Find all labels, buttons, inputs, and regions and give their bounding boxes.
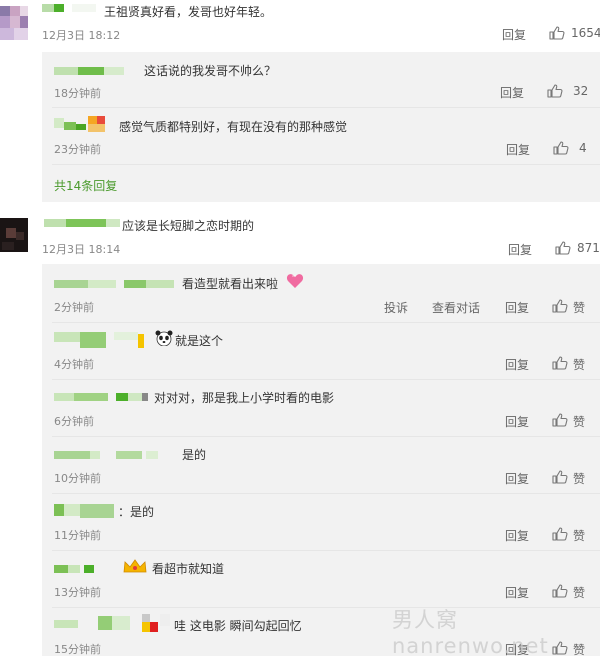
reply-text: 就是这个 <box>175 334 224 348</box>
heart-emoji-icon <box>286 274 304 288</box>
divider <box>52 164 600 165</box>
divider <box>52 436 600 437</box>
avatar[interactable] <box>0 6 28 40</box>
like-button[interactable]: 赞 <box>573 527 585 544</box>
like-button[interactable]: 赞 <box>573 584 585 601</box>
divider <box>52 550 600 551</box>
reply-button[interactable]: 回复 <box>506 141 530 158</box>
comment-text: 应该是长短脚之恋时期的 <box>122 219 255 233</box>
like-button[interactable]: 赞 <box>573 413 585 430</box>
like-icon[interactable] <box>552 527 568 541</box>
reply-time: 2分钟前 <box>54 301 94 314</box>
like-count[interactable]: 32 <box>573 84 588 98</box>
like-button[interactable]: 赞 <box>573 299 585 316</box>
like-icon[interactable] <box>552 413 568 427</box>
reply-button[interactable]: 回复 <box>505 470 529 487</box>
divider <box>52 493 600 494</box>
reply-text: 对对对，那是我上小学时看的电影 <box>154 391 335 405</box>
more-replies-link[interactable]: 共14条回复 <box>54 177 117 194</box>
reply-button[interactable]: 回复 <box>502 26 526 43</box>
watermark: 男人窝nanrenwo.net <box>392 608 549 658</box>
reply-text: 感觉气质都特别好，有现在没有的那种感觉 <box>119 120 348 134</box>
like-button[interactable]: 赞 <box>573 356 585 373</box>
reply-text: 这话说的我发哥不帅么？ <box>144 64 277 78</box>
like-icon[interactable] <box>547 84 563 98</box>
reply-text: 看超市就知道 <box>152 562 225 576</box>
like-count[interactable]: 1654 <box>571 26 600 40</box>
comment-time: 12月3日 18:12 <box>42 29 121 42</box>
like-icon[interactable] <box>552 584 568 598</box>
reply-text: 看造型就看出来啦 <box>182 277 279 291</box>
reply-text: 是的 <box>182 448 207 462</box>
reply-text: ：是的 <box>118 505 155 519</box>
like-count[interactable]: 871 <box>577 241 600 255</box>
reply-button[interactable]: 回复 <box>505 299 529 316</box>
report-button[interactable]: 投诉 <box>384 299 408 316</box>
reply-button[interactable]: 回复 <box>500 84 524 101</box>
view-conversation-button[interactable]: 查看对话 <box>432 299 480 316</box>
panda-emoji-icon <box>155 330 173 346</box>
reply-time: 18分钟前 <box>54 87 101 100</box>
reply-button[interactable]: 回复 <box>505 356 529 373</box>
reply-time: 15分钟前 <box>54 643 101 656</box>
like-icon[interactable] <box>552 299 568 313</box>
like-icon[interactable] <box>553 141 569 155</box>
reply-text: 哇 这电影 瞬间勾起回忆 <box>174 619 302 633</box>
reply-time: 4分钟前 <box>54 358 94 371</box>
reply-time: 23分钟前 <box>54 143 101 156</box>
reply-button[interactable]: 回复 <box>508 241 532 258</box>
crown-emoji-icon <box>123 559 147 573</box>
like-icon[interactable] <box>549 26 565 40</box>
like-icon[interactable] <box>552 470 568 484</box>
like-icon[interactable] <box>552 356 568 370</box>
avatar[interactable] <box>0 218 28 252</box>
comment-text: 王祖贤真好看，发哥也好年轻。 <box>104 5 273 19</box>
reply-time: 11分钟前 <box>54 529 101 542</box>
reply-button[interactable]: 回复 <box>505 584 529 601</box>
divider <box>52 107 600 108</box>
like-button[interactable]: 赞 <box>573 470 585 487</box>
reply-time: 10分钟前 <box>54 472 101 485</box>
divider <box>52 322 600 323</box>
comment-time: 12月3日 18:14 <box>42 243 121 256</box>
reply-time: 6分钟前 <box>54 415 94 428</box>
like-icon[interactable] <box>555 241 571 255</box>
reply-button[interactable]: 回复 <box>505 527 529 544</box>
reply-button[interactable]: 回复 <box>505 413 529 430</box>
like-count[interactable]: 4 <box>579 141 587 155</box>
reply-time: 13分钟前 <box>54 586 101 599</box>
divider <box>52 379 600 380</box>
